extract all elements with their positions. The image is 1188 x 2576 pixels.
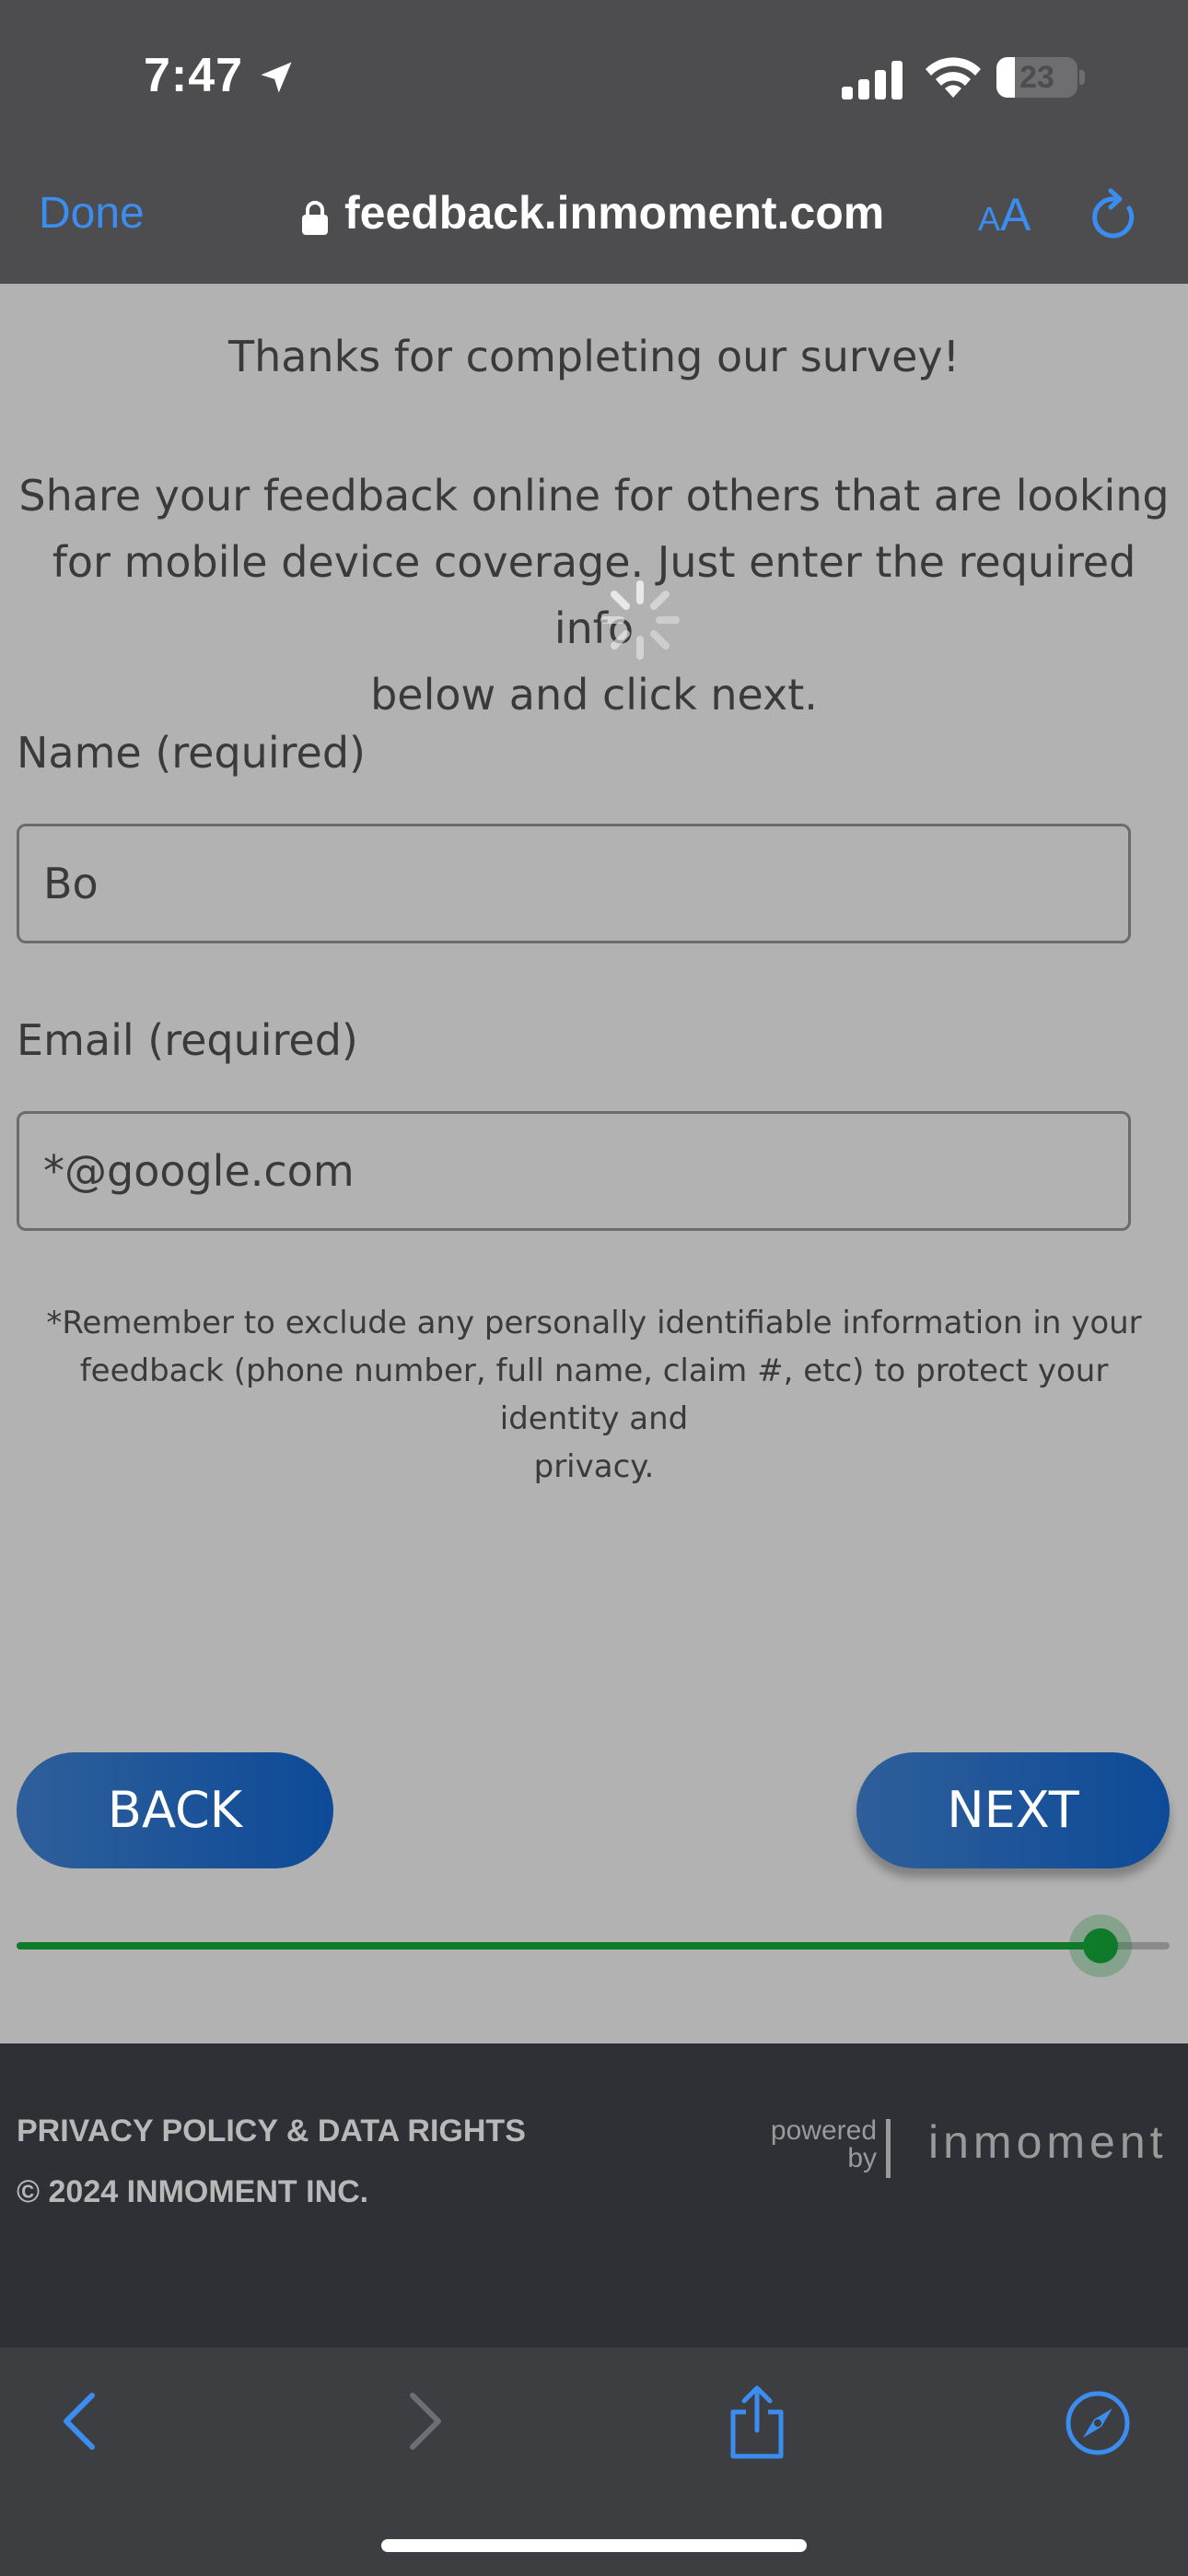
home-indicator (381, 2539, 807, 2552)
email-input[interactable] (17, 1111, 1131, 1231)
reload-icon[interactable] (1089, 188, 1140, 243)
disclaimer-line: feedback (phone number, full name, claim… (79, 1352, 1109, 1437)
progress-knob (1082, 1928, 1118, 1963)
share-line: for mobile device coverage. Just enter t… (52, 537, 1136, 653)
powered-by-label: powered by (757, 2117, 877, 2172)
share-icon[interactable] (728, 2384, 786, 2460)
disclaimer-line: privacy. (533, 1448, 655, 1485)
powered-line: powered (770, 2115, 877, 2146)
share-instructions: Share your feedback online for others th… (18, 463, 1170, 728)
progress-fill (17, 1942, 1101, 1950)
next-button[interactable]: NEXT (856, 1752, 1170, 1868)
reader-label-large: A (1000, 189, 1031, 240)
location-arrow-icon (261, 62, 292, 93)
status-time: 7:47 (144, 49, 244, 102)
wifi-icon (926, 57, 981, 98)
privacy-policy-link[interactable]: PRIVACY POLICY & DATA RIGHTS (17, 2113, 526, 2149)
reader-label-small: A (978, 200, 1001, 238)
back-arrow-icon[interactable] (59, 2392, 99, 2451)
name-input[interactable] (17, 824, 1131, 943)
reader-text-size-button[interactable]: AA (978, 188, 1031, 241)
copyright-text: © 2024 INMOMENT INC. (17, 2174, 369, 2209)
inmoment-logo: inmoment (928, 2116, 1168, 2168)
url-address[interactable]: feedback.inmoment.com (344, 186, 884, 240)
compass-icon[interactable] (1065, 2390, 1131, 2456)
name-field-label: Name (required) (17, 728, 366, 778)
battery-percentage: 23 (1019, 60, 1054, 95)
email-field-label: Email (required) (17, 1015, 358, 1065)
forward-arrow-icon[interactable] (405, 2392, 446, 2451)
done-button[interactable]: Done (39, 188, 145, 239)
signal-icon (842, 61, 903, 100)
disclaimer-line: *Remember to exclude any personally iden… (46, 1305, 1142, 1341)
lock-icon (302, 201, 328, 235)
progress-bar (17, 1942, 1170, 1950)
loading-spinner-icon (600, 580, 680, 660)
privacy-disclaimer: *Remember to exclude any personally iden… (18, 1299, 1170, 1491)
thanks-heading: Thanks for completing our survey! (227, 332, 961, 381)
share-line: Share your feedback online for others th… (18, 471, 1170, 521)
powered-line: by (847, 2143, 877, 2173)
back-button[interactable]: BACK (17, 1752, 333, 1868)
powered-divider (886, 2119, 891, 2178)
share-line: below and click next. (370, 670, 818, 720)
battery-nub (1079, 70, 1085, 85)
battery-icon: 23 (996, 57, 1077, 98)
